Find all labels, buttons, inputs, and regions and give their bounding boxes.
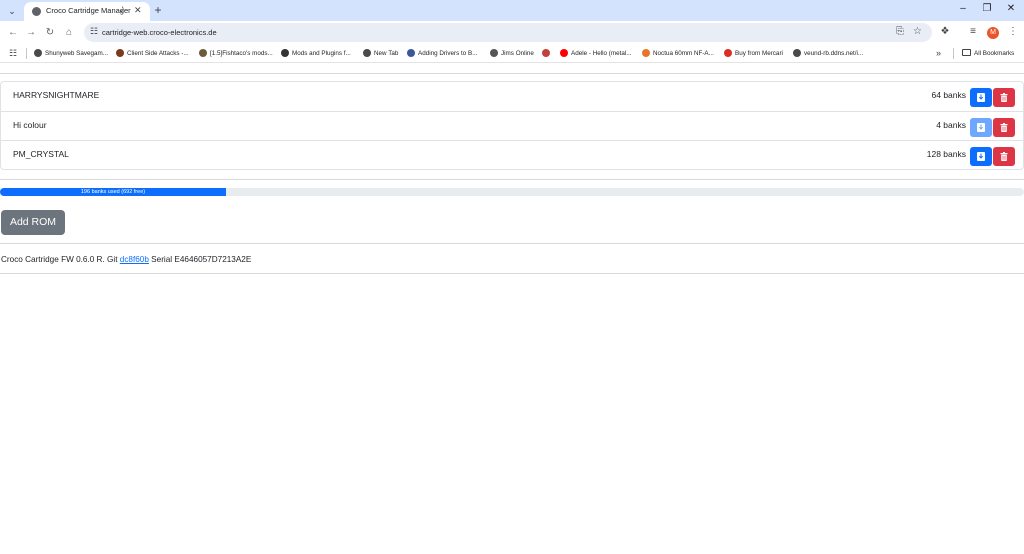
trash-icon <box>1000 152 1008 161</box>
forward-button[interactable]: → <box>24 26 38 40</box>
bookmark-item[interactable]: Mods and Plugins f... <box>281 48 351 59</box>
bookmark-item[interactable]: New Tab <box>363 48 398 59</box>
delete-rom-button[interactable] <box>993 147 1015 166</box>
firmware-info: Croco Cartridge FW 0.6.0 R. Git dc8f60b … <box>1 255 251 264</box>
divider <box>0 179 1024 180</box>
git-hash-link[interactable]: dc8f60b <box>120 255 149 264</box>
restore-button[interactable]: ❐ <box>980 3 994 14</box>
address-bar[interactable]: ☷ cartridge-web.croco-electronics.de ⎘ ☆ <box>84 23 932 42</box>
bookmark-item[interactable]: Jims Online <box>490 48 534 59</box>
bookmark-item[interactable]: [1.5]Fishtaco's mods... <box>199 48 273 59</box>
bookmark-favicon-icon <box>407 48 415 57</box>
bookmark-favicon-icon <box>490 48 498 57</box>
bookmark-item[interactable]: Shunyweb Savegam... <box>34 48 108 59</box>
bookmarks-overflow-icon[interactable]: » <box>936 48 941 58</box>
download-icon <box>977 152 985 161</box>
youtube-icon <box>560 48 568 57</box>
divider <box>0 73 1024 74</box>
rom-row: HARRYSNIGHTMARE 64 banks <box>1 82 1023 111</box>
minimize-button[interactable]: – <box>956 3 970 14</box>
browser-tab-active[interactable]: Croco Cartridge Manager 𝅘𝅥𝅮 ✕ <box>24 2 150 21</box>
rom-name: Hi colour <box>13 120 47 130</box>
bookmarks-divider <box>953 48 954 59</box>
apps-grid-icon[interactable]: ☷ <box>9 48 17 59</box>
bookmark-favicon-icon <box>542 48 550 57</box>
serial-text: Serial E4646057D7213A2E <box>148 255 252 264</box>
tab-search-button[interactable]: ⌄ <box>4 3 20 19</box>
download-icon <box>977 93 985 102</box>
browser-toolbar: ← → ↻ ⌂ ☷ cartridge-web.croco-electronic… <box>0 21 1024 44</box>
back-button[interactable]: ← <box>6 26 20 40</box>
rom-row: Hi colour 4 banks <box>1 111 1023 140</box>
bookmark-favicon-icon <box>724 48 732 57</box>
extensions-icon[interactable]: ❖ <box>938 26 952 37</box>
browser-titlebar: ⌄ Croco Cartridge Manager 𝅘𝅥𝅮 ✕ + – ❐ ✕ <box>0 0 1024 21</box>
site-info-icon[interactable]: ☷ <box>90 26 98 37</box>
trash-icon <box>1000 123 1008 132</box>
all-bookmarks-button[interactable]: All Bookmarks <box>962 48 1014 59</box>
bookmark-favicon-icon <box>116 48 124 57</box>
firmware-version-text: Croco Cartridge FW 0.6.0 R. Git <box>1 255 120 264</box>
profile-avatar[interactable]: M <box>987 27 999 39</box>
tab-favicon-icon <box>32 7 41 16</box>
bookmark-favicon-icon <box>199 48 207 57</box>
bookmarks-divider <box>26 48 27 59</box>
bookmark-star-icon[interactable]: ☆ <box>913 26 922 37</box>
bookmark-favicon-icon <box>642 48 650 57</box>
bookmark-item[interactable]: Buy from Mercari <box>724 48 783 59</box>
delete-rom-button[interactable] <box>993 118 1015 137</box>
rom-name: PM_CRYSTAL <box>13 149 69 159</box>
bank-usage-progress-fill: 196 banks used (692 free) <box>0 188 226 196</box>
download-rom-button[interactable] <box>970 88 992 107</box>
media-controls-icon[interactable]: ≡ <box>966 26 980 37</box>
tab-audio-icon: 𝅘𝅥𝅮 <box>120 5 125 14</box>
install-app-icon[interactable]: ⎘ <box>896 26 904 37</box>
download-icon <box>977 123 985 132</box>
bookmark-favicon-icon <box>363 48 371 57</box>
delete-rom-button[interactable] <box>993 88 1015 107</box>
bookmark-item[interactable]: veund-rb.ddns.net/i... <box>793 48 863 59</box>
menu-kebab-icon[interactable]: ⋮ <box>1006 26 1020 37</box>
bookmark-item[interactable] <box>542 48 553 59</box>
bookmark-item[interactable]: Adding Drivers to B... <box>407 48 478 59</box>
download-rom-button[interactable] <box>970 147 992 166</box>
url-text[interactable]: cartridge-web.croco-electronics.de <box>102 28 217 37</box>
download-rom-button[interactable] <box>970 118 992 137</box>
trash-icon <box>1000 93 1008 102</box>
rom-bank-count: 64 banks <box>931 90 967 100</box>
rom-bank-count: 128 banks <box>926 149 966 159</box>
close-window-button[interactable]: ✕ <box>1004 3 1018 14</box>
bookmarks-bar: ☷ Shunyweb Savegam... Client Side Attack… <box>0 44 1024 63</box>
new-tab-button[interactable]: + <box>151 3 165 17</box>
divider <box>0 243 1024 244</box>
rom-name: HARRYSNIGHTMARE <box>13 90 100 100</box>
tab-title: Croco Cartridge Manager <box>46 6 131 15</box>
rom-row: PM_CRYSTAL 128 banks <box>1 140 1023 169</box>
tab-close-icon[interactable]: ✕ <box>134 5 142 16</box>
bookmark-item[interactable]: Adele - Hello (metal... <box>560 48 632 59</box>
bookmark-favicon-icon <box>34 48 42 57</box>
add-rom-button[interactable]: Add ROM <box>1 210 65 235</box>
bookmark-favicon-icon <box>281 48 289 57</box>
bank-usage-progress: 196 banks used (692 free) <box>0 188 1024 196</box>
rom-list: HARRYSNIGHTMARE 64 banks Hi colour 4 ban… <box>0 81 1024 170</box>
divider <box>0 273 1024 274</box>
bank-usage-label: 196 banks used (692 free) <box>80 189 146 195</box>
folder-icon <box>962 49 971 57</box>
rom-bank-count: 4 banks <box>936 120 966 130</box>
bookmark-favicon-icon <box>793 48 801 57</box>
bookmark-item[interactable]: Client Side Attacks -... <box>116 48 189 59</box>
bookmark-item[interactable]: Noctua 60mm NF-A... <box>642 48 714 59</box>
home-button[interactable]: ⌂ <box>62 26 76 40</box>
reload-button[interactable]: ↻ <box>43 26 57 40</box>
page-content: HARRYSNIGHTMARE 64 banks Hi colour 4 ban… <box>0 64 1024 554</box>
